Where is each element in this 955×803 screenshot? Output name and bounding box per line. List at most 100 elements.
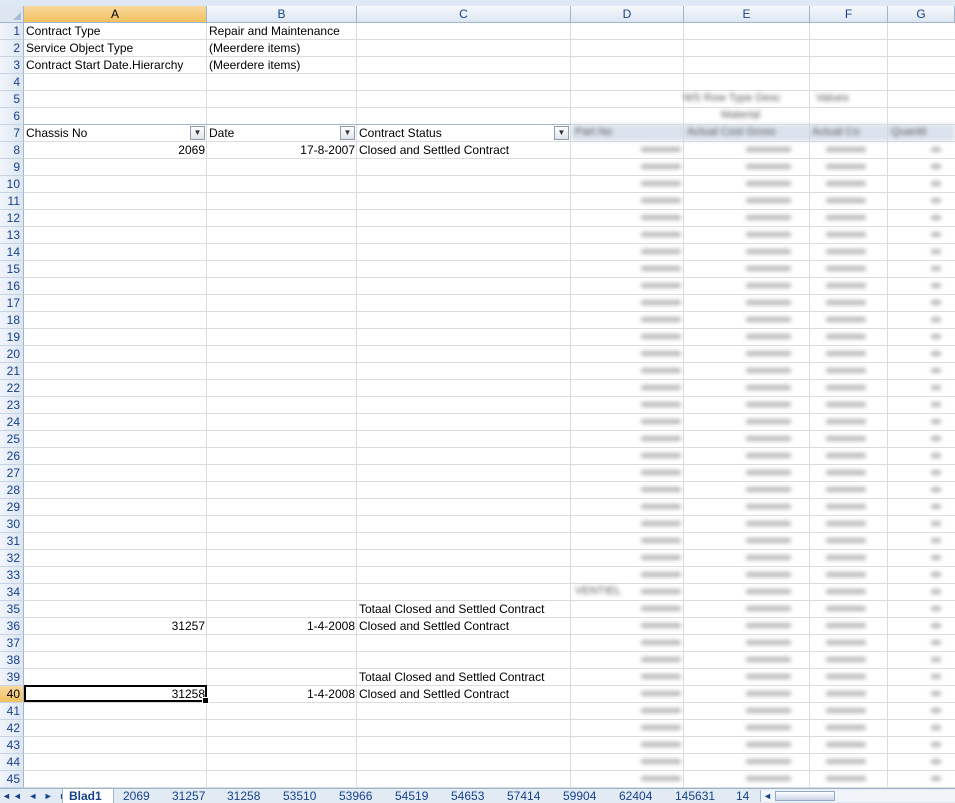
row-header[interactable]: 29 — [0, 499, 24, 516]
row-header[interactable]: 23 — [0, 397, 24, 414]
cell-b36[interactable]: 1-4-2008 — [207, 618, 357, 635]
row-header[interactable]: 19 — [0, 329, 24, 346]
row-header[interactable]: 11 — [0, 193, 24, 210]
row-header[interactable]: 15 — [0, 261, 24, 278]
row-header[interactable]: 13 — [0, 227, 24, 244]
row-header[interactable]: 14 — [0, 244, 24, 261]
cell-a36[interactable]: 31257 — [24, 618, 207, 635]
filter-value-service-object-type[interactable]: (Meerdere items) — [207, 40, 357, 57]
filter-label-contract-start-date[interactable]: Contract Start Date.Hierarchy — [24, 57, 207, 74]
row-header[interactable]: 12 — [0, 210, 24, 227]
cell-c39[interactable]: Totaal Closed and Settled Contract — [357, 669, 571, 686]
sheet-tab[interactable]: 54519 — [389, 789, 441, 803]
blurred-region: WS Row Type Desc Values Material Part No… — [571, 90, 955, 788]
column-header-e[interactable]: E — [684, 6, 810, 23]
cell-b40[interactable]: 1-4-2008 — [207, 686, 357, 703]
row-header[interactable]: 38 — [0, 652, 24, 669]
blurred-value-mark — [641, 521, 681, 526]
row-header[interactable]: 8 — [0, 142, 24, 159]
row-header[interactable]: 42 — [0, 720, 24, 737]
horizontal-scrollbar[interactable]: ◄ — [760, 790, 955, 802]
scroll-thumb[interactable] — [775, 791, 835, 801]
row-header[interactable]: 7 — [0, 125, 24, 142]
sheet-tab[interactable]: 62404 — [613, 789, 665, 803]
row-header[interactable]: 30 — [0, 516, 24, 533]
row-header[interactable]: 20 — [0, 346, 24, 363]
blurred-value-mark — [826, 266, 866, 271]
column-header-c[interactable]: C — [357, 6, 571, 23]
row-header[interactable]: 31 — [0, 533, 24, 550]
date-filter-dropdown-icon[interactable]: ▼ — [340, 126, 355, 140]
column-header-a[interactable]: A — [24, 6, 207, 23]
sheet-tab[interactable]: 59904 — [557, 789, 609, 803]
filter-label-service-object-type[interactable]: Service Object Type — [24, 40, 207, 57]
active-cell-selection[interactable] — [24, 685, 209, 704]
row-header[interactable]: 18 — [0, 312, 24, 329]
row-header[interactable]: 40 — [0, 686, 24, 703]
cell-c8[interactable]: Closed and Settled Contract — [357, 142, 571, 159]
cell-c35[interactable]: Totaal Closed and Settled Contract — [357, 601, 571, 618]
sheet-tab[interactable]: 53966 — [333, 789, 385, 803]
column-header-g[interactable]: G — [888, 6, 955, 23]
filter-value-contract-start-date[interactable]: (Meerdere items) — [207, 57, 357, 74]
blurred-value-mark — [826, 759, 866, 764]
row-header[interactable]: 4 — [0, 74, 24, 91]
select-all-corner[interactable] — [0, 6, 24, 23]
sheet-tab[interactable]: 145631 — [669, 789, 729, 803]
scroll-left-icon[interactable]: ◄ — [763, 790, 772, 802]
column-header-b[interactable]: B — [207, 6, 357, 23]
row-header[interactable]: 3 — [0, 57, 24, 74]
row-header[interactable]: 32 — [0, 550, 24, 567]
row-header[interactable]: 2 — [0, 40, 24, 57]
row-header[interactable]: 21 — [0, 363, 24, 380]
sheet-tab[interactable]: 54653 — [445, 789, 497, 803]
row-header[interactable]: 33 — [0, 567, 24, 584]
pivot-header-contract-status[interactable]: Contract Status — [357, 125, 571, 142]
row-header[interactable]: 22 — [0, 380, 24, 397]
row-header[interactable]: 44 — [0, 754, 24, 771]
filter-label-contract-type[interactable]: Contract Type — [24, 23, 207, 40]
blurred-value-mark — [931, 538, 941, 543]
row-header[interactable]: 17 — [0, 295, 24, 312]
row-header[interactable]: 5 — [0, 91, 24, 108]
row-header[interactable]: 25 — [0, 431, 24, 448]
row-header[interactable]: 6 — [0, 108, 24, 125]
row-header[interactable]: 9 — [0, 159, 24, 176]
blurred-value-mark — [826, 470, 866, 475]
sheet-tab[interactable]: 2069 — [117, 789, 163, 803]
cell-a8[interactable]: 2069 — [24, 142, 207, 159]
row-header[interactable]: 24 — [0, 414, 24, 431]
row-header[interactable]: 26 — [0, 448, 24, 465]
status-filter-dropdown-icon[interactable]: ▼ — [554, 126, 569, 140]
row-header[interactable]: 34 — [0, 584, 24, 601]
sheet-tab[interactable]: 31258 — [221, 789, 273, 803]
row-header[interactable]: 41 — [0, 703, 24, 720]
row-header[interactable]: 39 — [0, 669, 24, 686]
row-header[interactable]: 36 — [0, 618, 24, 635]
row-header[interactable]: 16 — [0, 278, 24, 295]
row-header[interactable]: 1 — [0, 23, 24, 40]
pivot-header-chassis-no[interactable]: Chassis No — [24, 125, 207, 142]
row-header[interactable]: 35 — [0, 601, 24, 618]
pivot-header-date[interactable]: Date — [207, 125, 357, 142]
row-header[interactable]: 37 — [0, 635, 24, 652]
column-header-d[interactable]: D — [571, 6, 684, 23]
sheet-tab[interactable]: 14 — [733, 789, 759, 803]
blurred-value-mark — [746, 640, 791, 645]
cell-c40[interactable]: Closed and Settled Contract — [357, 686, 571, 703]
row-header[interactable]: 10 — [0, 176, 24, 193]
chassis-filter-dropdown-icon[interactable]: ▼ — [190, 126, 205, 140]
sheet-tab[interactable]: 53510 — [277, 789, 329, 803]
sheet-tab[interactable]: 57414 — [501, 789, 553, 803]
sheet-tab-blad1[interactable]: Blad1 — [62, 789, 114, 803]
row-header[interactable]: 45 — [0, 771, 24, 788]
cell-c36[interactable]: Closed and Settled Contract — [357, 618, 571, 635]
sheet-tab[interactable]: 31257 — [166, 789, 218, 803]
column-header-f[interactable]: F — [810, 6, 888, 23]
filter-value-contract-type[interactable]: Repair and Maintenance — [207, 23, 357, 40]
row-header[interactable]: 28 — [0, 482, 24, 499]
row-header[interactable]: 27 — [0, 465, 24, 482]
row-header[interactable]: 43 — [0, 737, 24, 754]
blurred-header-row-type: WS Row Type Desc — [683, 92, 781, 104]
cell-b8[interactable]: 17-8-2007 — [207, 142, 357, 159]
